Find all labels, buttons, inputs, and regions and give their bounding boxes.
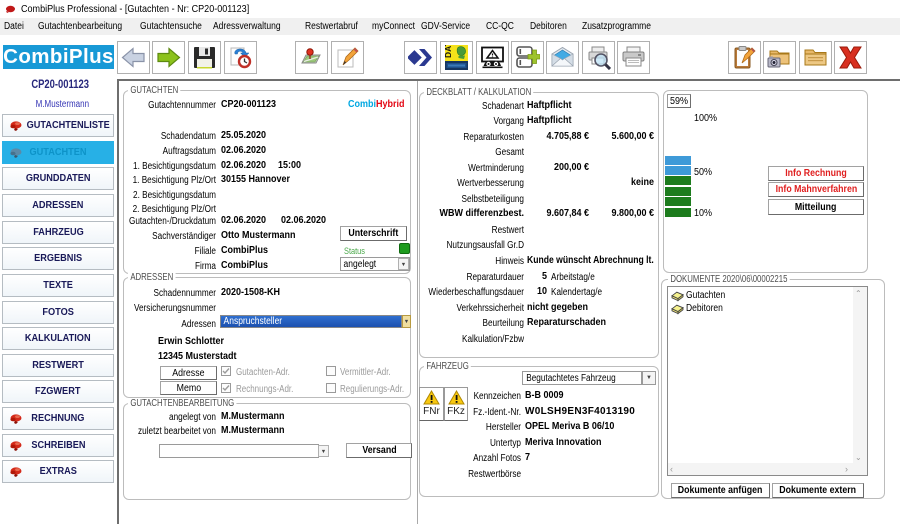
svg-text:DAT: DAT — [444, 45, 453, 58]
